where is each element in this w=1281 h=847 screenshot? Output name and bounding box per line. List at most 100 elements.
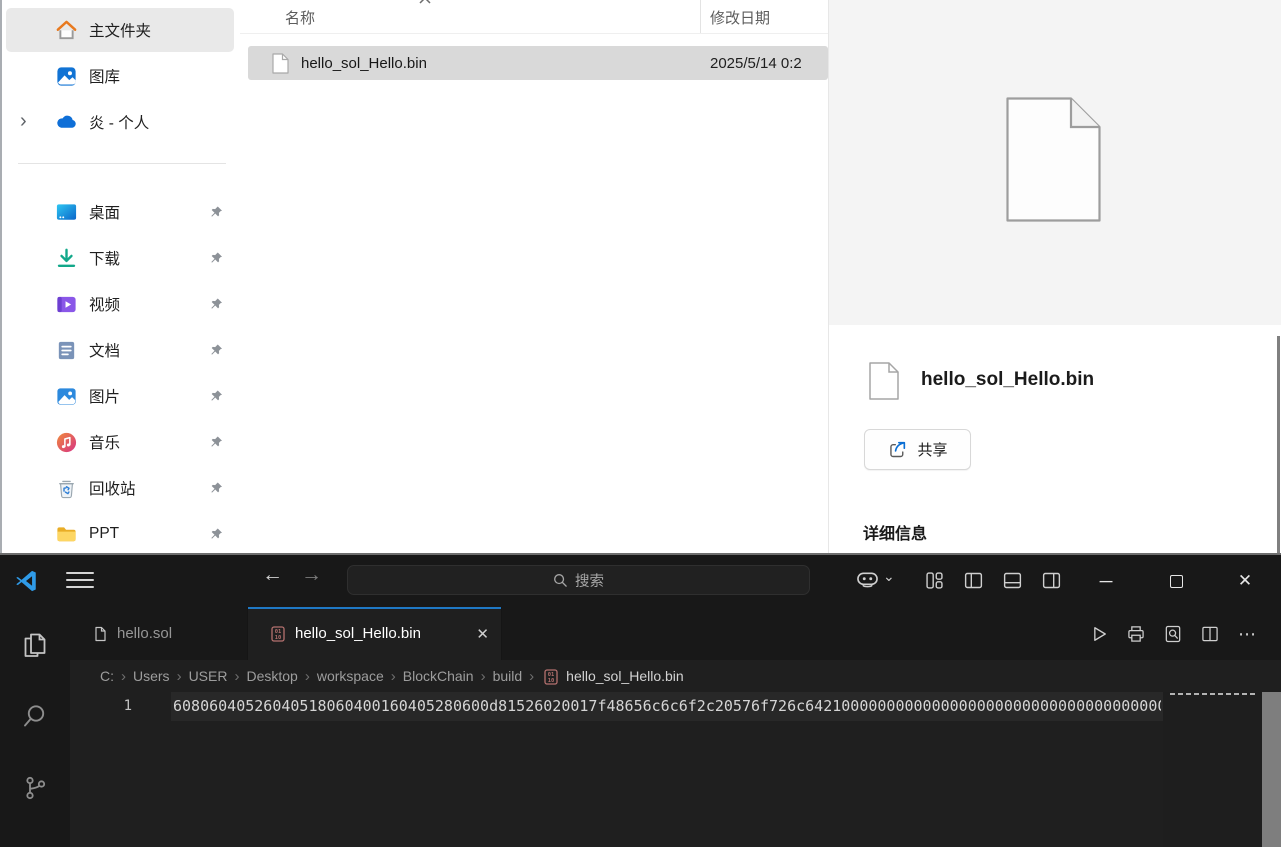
- toggle-secondary-sidebar-icon[interactable]: [1041, 570, 1062, 591]
- search-activity-icon[interactable]: [19, 700, 51, 732]
- sidebar-item[interactable]: › 图库: [6, 54, 234, 98]
- file-icon: [272, 53, 289, 74]
- documents-icon: [55, 339, 78, 362]
- binary-file-icon: 0110: [543, 669, 558, 684]
- customize-layout-icon[interactable]: [924, 570, 945, 591]
- downloads-icon: [55, 247, 78, 270]
- breadcrumb-item[interactable]: USER: [189, 668, 228, 684]
- list-column-header: 名称 修改日期: [240, 0, 828, 34]
- sidebar-item[interactable]: › 炎 - 个人: [6, 100, 234, 144]
- column-divider[interactable]: [700, 0, 701, 33]
- home-icon: [55, 19, 78, 42]
- recycle-icon: [55, 477, 78, 500]
- toggle-sidebar-icon[interactable]: [963, 570, 984, 591]
- breadcrumb-item[interactable]: Users: [133, 668, 170, 684]
- pin-icon: [208, 434, 225, 451]
- search-icon: [553, 573, 568, 588]
- sidebar-item-label: 视频: [89, 293, 120, 315]
- sidebar-item[interactable]: › 视频: [6, 282, 234, 326]
- forward-arrow-icon[interactable]: →: [301, 564, 322, 585]
- sidebar-item[interactable]: › 桌面: [6, 190, 234, 234]
- hamburger-menu-icon[interactable]: [66, 572, 94, 590]
- copilot-menu[interactable]: ⌄: [855, 569, 895, 590]
- chevron-down-icon: ⌄: [883, 568, 895, 585]
- chevron-right-icon: ›: [305, 668, 310, 685]
- breadcrumb-item[interactable]: workspace: [317, 668, 384, 684]
- pin-icon: [208, 250, 225, 267]
- copilot-icon: [855, 569, 880, 590]
- file-icon: [92, 626, 108, 642]
- editor-actions: ⋯: [1089, 607, 1257, 660]
- breadcrumb-item[interactable]: BlockChain: [403, 668, 474, 684]
- videos-icon: [55, 293, 78, 316]
- maximize-icon: [1170, 575, 1183, 588]
- vscode-titlebar: ← → 搜索 ⌄ ─ ✕: [0, 555, 1281, 607]
- file-row[interactable]: hello_sol_Hello.bin 2025/5/14 0:2: [248, 46, 828, 80]
- editor-tab[interactable]: hello.sol: [70, 607, 248, 660]
- vscode-logo-icon: [13, 568, 39, 594]
- editor-tab[interactable]: 0110 hello_sol_Hello.bin: [248, 607, 502, 660]
- breadcrumb-file[interactable]: hello_sol_Hello.bin: [566, 668, 684, 684]
- minimap[interactable]: [1163, 692, 1262, 847]
- breadcrumb-item[interactable]: Desktop: [246, 668, 297, 684]
- find-in-file-icon[interactable]: [1163, 624, 1183, 644]
- chevron-right-icon[interactable]: ›: [20, 111, 27, 131]
- screen: › 主文件夹 › 图库 › 炎 - 个人 › 桌面 › 下载 › 视频 › 文档…: [0, 0, 1281, 847]
- gallery-icon: [55, 65, 78, 88]
- source-control-icon[interactable]: [19, 772, 51, 804]
- tab-label: hello.sol: [117, 625, 172, 642]
- run-button-icon[interactable]: [1089, 624, 1109, 644]
- sidebar-item[interactable]: › 音乐: [6, 420, 234, 464]
- editor-area: hello.sol 0110 hello_sol_Hello.bin ⋯ C: ›…: [70, 607, 1281, 847]
- maximize-button[interactable]: [1153, 555, 1199, 607]
- command-center-search[interactable]: 搜索: [347, 565, 810, 595]
- desktop-icon: [55, 201, 78, 224]
- code-editor[interactable]: 1 60806040526040518060400160405280600d81…: [70, 692, 1281, 847]
- sidebar-item-label: 音乐: [89, 431, 120, 453]
- sidebar-item[interactable]: › PPT: [6, 512, 234, 553]
- tab-label: hello_sol_Hello.bin: [295, 625, 421, 642]
- file-name: hello_sol_Hello.bin: [301, 55, 427, 72]
- share-button[interactable]: 共享: [864, 429, 971, 470]
- close-tab-icon[interactable]: [476, 625, 489, 643]
- sidebar-item-label: 主文件夹: [89, 19, 151, 41]
- toggle-panel-icon[interactable]: [1002, 570, 1023, 591]
- split-editor-icon[interactable]: [1200, 624, 1220, 644]
- preview-scrollbar[interactable]: [1277, 336, 1280, 553]
- sidebar-item[interactable]: › 主文件夹: [6, 8, 234, 52]
- sidebar-item-label: 图库: [89, 65, 120, 87]
- chevron-right-icon: ›: [391, 668, 396, 685]
- breadcrumb-item[interactable]: build: [493, 668, 523, 684]
- breadcrumb-item[interactable]: C:: [100, 668, 114, 684]
- binary-file-icon: 0110: [270, 626, 286, 642]
- editor-scrollbar[interactable]: [1262, 692, 1281, 847]
- sidebar-item-label: PPT: [89, 525, 119, 543]
- music-icon: [55, 431, 78, 454]
- onedrive-icon: [55, 111, 78, 134]
- pin-icon: [208, 480, 225, 497]
- sidebar-item[interactable]: › 回收站: [6, 466, 234, 510]
- sidebar-item[interactable]: › 下载: [6, 236, 234, 280]
- column-header-date[interactable]: 修改日期: [710, 7, 770, 28]
- chevron-right-icon: ›: [529, 668, 534, 685]
- back-arrow-icon[interactable]: ←: [262, 564, 283, 585]
- close-button[interactable]: ✕: [1222, 555, 1268, 607]
- more-actions-icon[interactable]: ⋯: [1237, 624, 1257, 644]
- svg-text:10: 10: [275, 635, 282, 641]
- chevron-right-icon: ›: [234, 668, 239, 685]
- explorer-files-icon[interactable]: [19, 629, 51, 661]
- sidebar-item[interactable]: › 图片: [6, 374, 234, 418]
- print-icon[interactable]: [1126, 624, 1146, 644]
- chevron-right-icon: ›: [481, 668, 486, 685]
- sidebar-item-label: 炎 - 个人: [89, 111, 149, 133]
- sidebar-item-label: 桌面: [89, 201, 120, 223]
- sidebar-item[interactable]: › 文档: [6, 328, 234, 372]
- pin-icon: [208, 526, 225, 543]
- code-line-1[interactable]: 60806040526040518060400160405280600d8152…: [173, 692, 1161, 721]
- svg-text:10: 10: [548, 678, 555, 684]
- run-debug-icon[interactable]: [19, 843, 51, 847]
- column-header-name[interactable]: 名称: [285, 7, 315, 28]
- folder-icon: [55, 523, 78, 546]
- minimize-button[interactable]: ─: [1083, 555, 1129, 607]
- pictures-icon: [55, 385, 78, 408]
